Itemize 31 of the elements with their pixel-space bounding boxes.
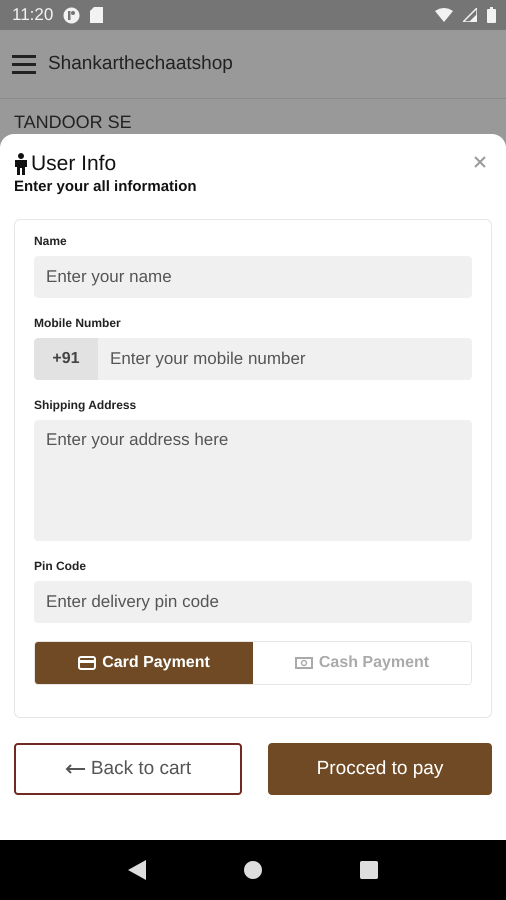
- signal-icon: [463, 8, 477, 22]
- battery-icon: [487, 7, 496, 23]
- arrow-left-icon: [64, 764, 85, 774]
- credit-card-icon: [78, 656, 96, 670]
- person-icon: [14, 153, 28, 175]
- sd-card-icon: [90, 7, 104, 23]
- input-field[interactable]: Enter your mobile number: [98, 338, 472, 380]
- status-time: 11:20: [12, 5, 54, 25]
- field-label: Shipping Address: [34, 398, 138, 412]
- close-icon[interactable]: [474, 156, 486, 168]
- back-nav-icon[interactable]: [128, 860, 146, 880]
- banknote-icon: [294, 656, 313, 670]
- menu-icon[interactable]: [12, 54, 36, 74]
- section-heading: TANDOOR SE: [13, 111, 133, 134]
- field-label: Mobile Number: [34, 316, 122, 330]
- sheet-subtitle: Enter your all information: [14, 178, 198, 195]
- proceed-button[interactable]: Procced to pay: [268, 743, 492, 795]
- payment-tab[interactable]: Card Payment: [35, 642, 253, 684]
- app-notification-icon: [63, 6, 80, 24]
- sheet-title: User Info: [31, 152, 116, 176]
- recents-nav-icon[interactable]: [360, 861, 378, 879]
- wifi-icon: [435, 8, 453, 22]
- field-label: Pin Code: [34, 559, 88, 573]
- home-nav-icon[interactable]: [242, 860, 263, 880]
- app-title: Shankarthechaatshop: [48, 53, 233, 75]
- back-button[interactable]: Back to cart: [14, 743, 242, 795]
- field-label: Name: [34, 234, 68, 248]
- input-field[interactable]: Enter your name: [34, 256, 472, 298]
- input-field[interactable]: Enter delivery pin code: [34, 581, 472, 623]
- country-code: +91: [34, 338, 98, 380]
- text-area[interactable]: Enter your address here: [34, 420, 472, 541]
